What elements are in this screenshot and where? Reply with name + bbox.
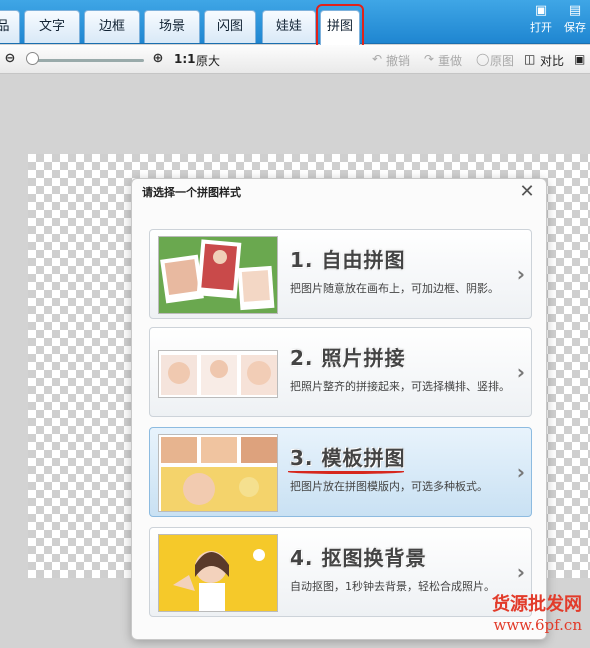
photo-stitch-thumbnail-art — [161, 355, 277, 395]
more-tool-icon[interactable]: ▣ — [574, 52, 585, 66]
compare-button[interactable]: 对比 — [540, 52, 564, 69]
chevron-right-icon: › — [516, 460, 525, 484]
redo-button[interactable]: 重做 — [438, 52, 462, 69]
undo-icon: ↶ — [372, 52, 383, 66]
tab-products[interactable]: 品 — [0, 10, 20, 43]
option-title: 4. 抠图换背景 — [290, 546, 427, 570]
option-description: 把图片随意放在画布上，可加边框、阴影。 — [290, 282, 499, 295]
tab-label: 闪图 — [216, 19, 243, 34]
redo-icon: ↷ — [424, 52, 435, 66]
watermark-url: www.6pf.cn — [493, 616, 583, 634]
toolbar: ⊖ ⊕ 1:1 原大 ↶ 撤销 ↷ 重做 ◯ 原图 ◫ 对比 ▣ — [0, 45, 590, 74]
option-description: 把图片放在拼图模版内，可选多种板式。 — [290, 480, 488, 493]
chevron-right-icon: › — [516, 262, 525, 286]
top-tab-bar: 品 文字 边框 场景 闪图 娃娃 拼图 ▣ 打开 ▤ 保存 — [0, 0, 590, 45]
option-title: 1. 自由拼图 — [290, 248, 406, 272]
tab-label: 品 — [0, 19, 10, 34]
tab-flash[interactable]: 闪图 — [204, 10, 256, 43]
tab-label: 场景 — [158, 19, 185, 34]
cutout-background-thumbnail — [158, 534, 278, 612]
save-icon: ▤ — [568, 3, 582, 18]
cutout-background-thumbnail-art — [159, 535, 277, 611]
open-label: 打开 — [530, 21, 552, 34]
tab-collage[interactable]: 拼图 — [320, 10, 360, 45]
zoom-slider[interactable] — [30, 59, 144, 62]
free-collage-thumbnail — [158, 236, 278, 314]
option-template-collage[interactable]: 3. 模板拼图 把图片放在拼图模版内，可选多种板式。 › — [149, 427, 532, 517]
template-collage-thumbnail-art — [161, 437, 277, 511]
zoom-out-icon[interactable]: ⊖ — [2, 51, 18, 67]
tab-label: 边框 — [98, 19, 125, 34]
red-underline-annotation — [288, 470, 404, 474]
chevron-right-icon: › — [516, 360, 525, 384]
dialog-title: 请选择一个拼图样式 — [142, 186, 241, 199]
compare-icon: ◫ — [524, 52, 536, 66]
option-title: 2. 照片拼接 — [290, 346, 406, 370]
open-button[interactable]: ▣ 打开 — [526, 3, 556, 35]
original-image-icon: ◯ — [476, 52, 490, 66]
option-description: 把照片整齐的拼接起来，可选择横排、竖排。 — [290, 380, 510, 393]
save-button[interactable]: ▤ 保存 — [560, 3, 590, 35]
chevron-right-icon: › — [516, 560, 525, 584]
tab-label: 娃娃 — [275, 19, 302, 34]
option-title: 3. 模板拼图 — [290, 446, 406, 470]
tab-text[interactable]: 文字 — [24, 10, 80, 43]
watermark-text: 货源批发网 — [492, 594, 582, 615]
close-icon[interactable]: ✕ — [518, 183, 536, 201]
free-collage-thumbnail-art — [160, 239, 275, 311]
collage-style-dialog: 请选择一个拼图样式 ✕ 1. 自由拼图 把图片随意放在画布上，可加边框、阴影。 … — [131, 178, 547, 640]
zoom-slider-handle[interactable] — [26, 52, 40, 65]
photo-stitch-thumbnail — [158, 350, 278, 398]
tab-doll[interactable]: 娃娃 — [262, 10, 316, 43]
folder-icon: ▣ — [534, 3, 548, 18]
tab-border[interactable]: 边框 — [84, 10, 140, 43]
tab-label: 文字 — [38, 19, 65, 34]
undo-button[interactable]: 撤销 — [386, 52, 410, 69]
zoom-ratio-button[interactable]: 1:1 — [174, 52, 196, 66]
original-size-button[interactable]: 原大 — [196, 52, 220, 69]
zoom-in-icon[interactable]: ⊕ — [150, 51, 166, 67]
option-photo-stitch[interactable]: 2. 照片拼接 把照片整齐的拼接起来，可选择横排、竖排。 › — [149, 327, 532, 417]
option-free-collage[interactable]: 1. 自由拼图 把图片随意放在画布上，可加边框、阴影。 › — [149, 229, 532, 319]
tab-scene[interactable]: 场景 — [144, 10, 200, 43]
save-label: 保存 — [564, 21, 586, 34]
template-collage-thumbnail — [158, 434, 278, 512]
tab-label: 拼图 — [326, 19, 353, 34]
original-image-button[interactable]: 原图 — [490, 52, 514, 69]
